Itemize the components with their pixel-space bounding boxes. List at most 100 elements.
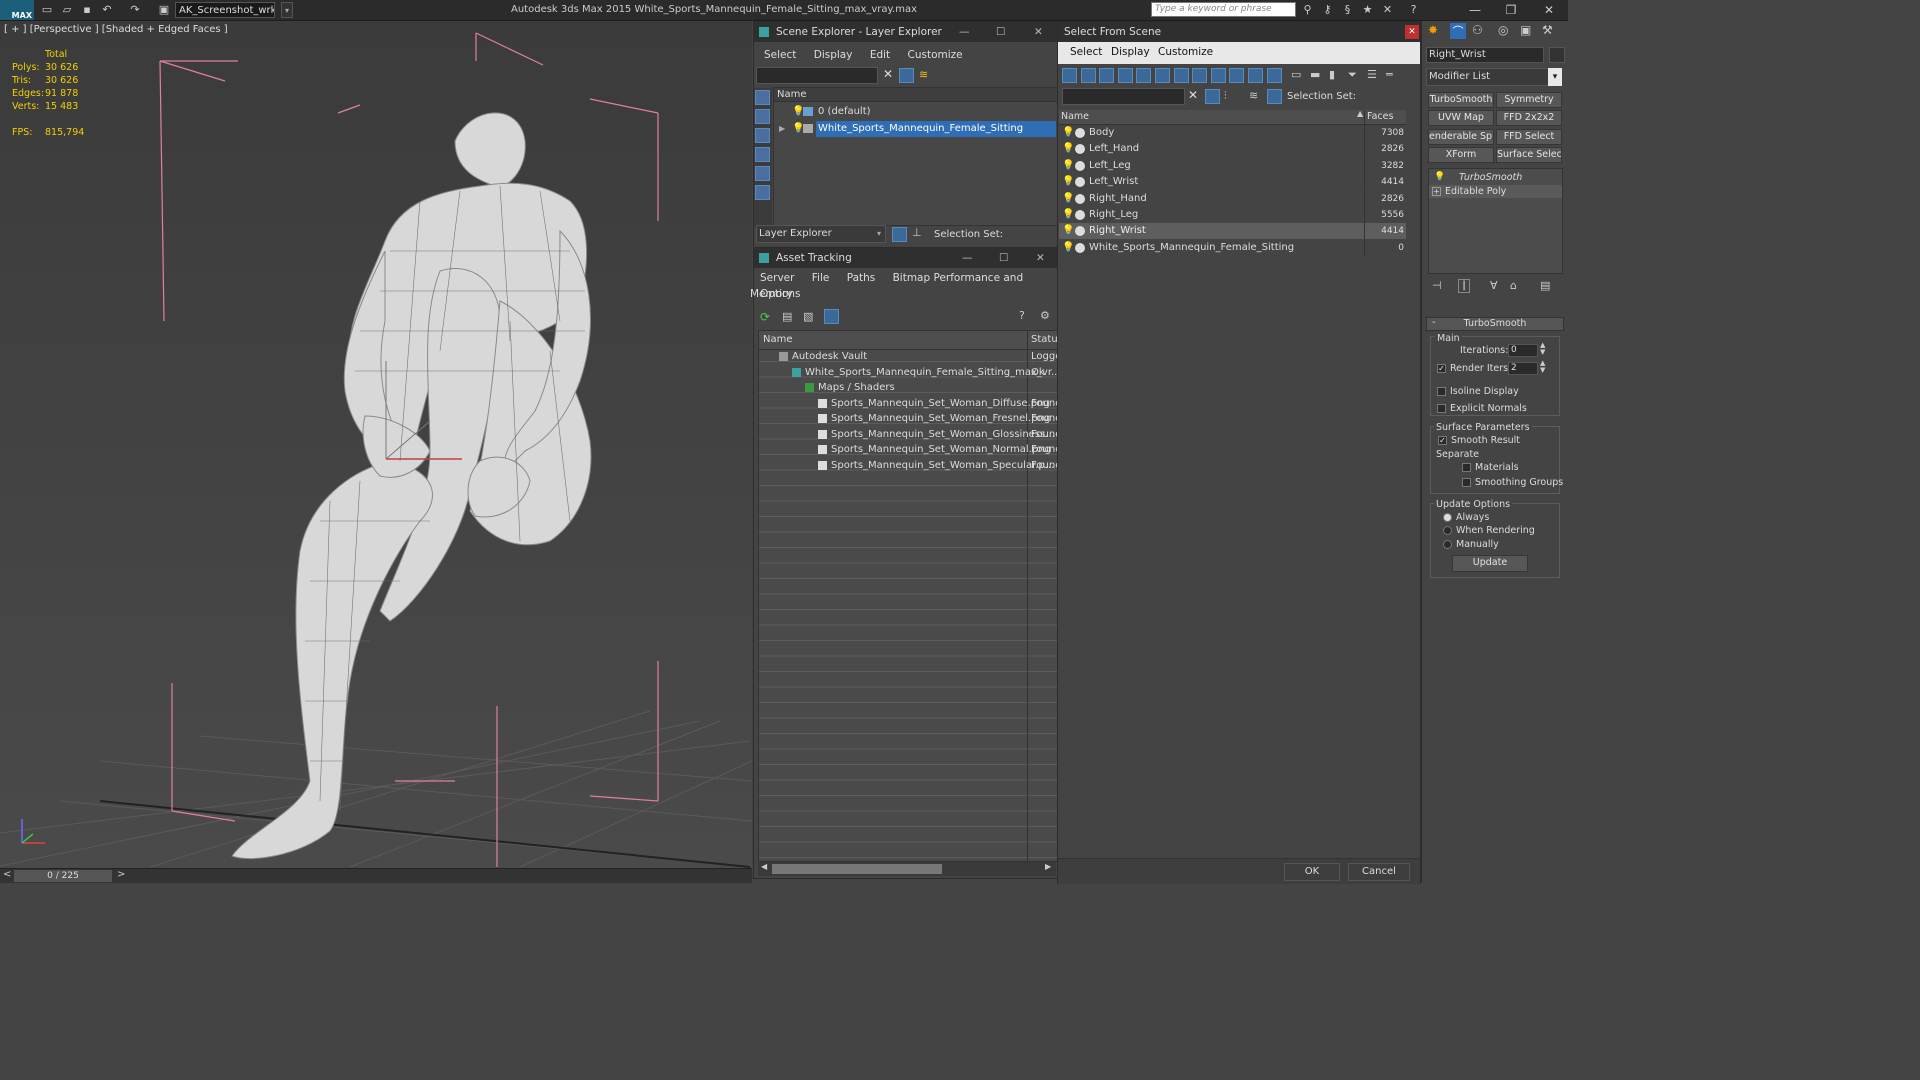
uvw-map-button[interactable]: UVW Map	[1428, 110, 1494, 126]
asset-row[interactable]: Autodesk Vault Logge	[759, 349, 1057, 364]
perspective-viewport[interactable]: [ + ] [Perspective ] [Shaded + Edged Fac…	[0, 21, 752, 868]
time-prev-button[interactable]: <	[3, 869, 11, 880]
collapse-all-icon[interactable]: ═	[1386, 68, 1399, 81]
asset-row[interactable]: Sports_Mannequin_Set_Woman_Diffuse.png Fo…	[759, 396, 1057, 411]
display-shapes-icon[interactable]	[1080, 68, 1096, 83]
object-row[interactable]: 💡 Right_Hand 2826	[1059, 190, 1406, 207]
clear-search-icon[interactable]: ✕	[1188, 88, 1198, 102]
light-bulb-icon[interactable]: 💡	[1062, 125, 1074, 141]
find-input[interactable]	[1062, 88, 1185, 105]
open-file-icon[interactable]: ▱	[60, 3, 74, 17]
show-end-result-icon[interactable]: |	[1458, 279, 1470, 293]
close-button[interactable]: ✕	[1532, 0, 1566, 20]
light-bulb-icon[interactable]: 💡	[1062, 191, 1074, 207]
light-bulb-icon[interactable]: 💡	[1062, 158, 1074, 174]
light-bulb-icon[interactable]: 💡	[1062, 174, 1074, 190]
expand-arrow-icon[interactable]: ▶	[779, 121, 785, 137]
refresh-icon[interactable]: ⟳	[760, 310, 770, 324]
scrollbar-thumb[interactable]	[772, 864, 942, 874]
cancel-button[interactable]: Cancel	[1348, 863, 1410, 881]
display-containers-icon[interactable]	[1229, 68, 1245, 83]
workspace-dropdown[interactable]: AK_Screenshot_wrksp	[175, 2, 275, 18]
filter-icon[interactable]: ⏷	[1348, 68, 1361, 81]
smooth-result-checkbox[interactable]: ✓	[1438, 436, 1447, 445]
menu-display[interactable]: Display	[814, 49, 853, 61]
minimize-button[interactable]: —	[1458, 0, 1492, 20]
display-tab-icon[interactable]: ▣	[1520, 23, 1531, 37]
menu-customize[interactable]: Customize	[1158, 46, 1213, 58]
layers-icon[interactable]: ≋	[1249, 89, 1258, 102]
column-header-name[interactable]: Name	[763, 332, 793, 348]
binoculars-icon[interactable]: ⚲	[1300, 3, 1315, 17]
layer-row[interactable]: 💡 0 (default)	[774, 104, 1057, 120]
app-logo[interactable]: MAX	[0, 0, 34, 20]
key-icon[interactable]: ⚷	[1320, 3, 1335, 17]
object-row[interactable]: 💡 White_Sports_Mannequin_Female_Sitting 0	[1059, 239, 1406, 256]
scroll-left-icon[interactable]: ◀	[761, 862, 767, 871]
stack-item-editable-poly[interactable]: + Editable Poly	[1429, 185, 1562, 198]
asset-row[interactable]: White_Sports_Mannequin_Female_Sitting_ma…	[759, 365, 1057, 380]
object-row[interactable]: 💡 Body 7308	[1059, 125, 1406, 141]
object-name-field[interactable]: Right_Wrist	[1426, 47, 1544, 63]
minimize-icon[interactable]: —	[959, 22, 970, 42]
time-slider[interactable]: 0 / 225	[14, 870, 112, 882]
save-file-icon[interactable]: ▪	[80, 3, 94, 17]
select-from-scene-titlebar[interactable]: Select From Scene ✕	[1058, 22, 1420, 42]
display-geometry-icon[interactable]	[755, 90, 770, 105]
menu-edit[interactable]: Edit	[870, 49, 890, 61]
menu-display[interactable]: Display	[1111, 46, 1150, 58]
object-row[interactable]: 💡 Left_Wrist 4414	[1059, 174, 1406, 191]
renderable-spline-button[interactable]: enderable Splin	[1428, 129, 1494, 145]
display-lights-icon[interactable]	[755, 128, 770, 143]
spinner-arrows-icon[interactable]: ▲ ▼	[1540, 360, 1545, 374]
menu-select[interactable]: Select	[1070, 46, 1102, 58]
layer-search-input[interactable]	[756, 67, 878, 84]
object-row[interactable]: 💡 Left_Hand 2826	[1059, 141, 1406, 158]
isoline-display-checkbox[interactable]	[1437, 387, 1446, 396]
hierarchy-icon[interactable]: ⊥	[912, 226, 922, 239]
column-header-name[interactable]: Name	[1061, 109, 1089, 125]
exchange-icon[interactable]: §	[1340, 3, 1355, 17]
undo-icon[interactable]: ↶	[100, 3, 114, 17]
close-icon[interactable]: ✕	[1405, 25, 1419, 39]
light-bulb-icon[interactable]: 💡	[1434, 171, 1445, 184]
viewport-label[interactable]: [ + ] [Perspective ] [Shaded + Edged Fac…	[4, 24, 228, 35]
xform-button[interactable]: XForm	[1428, 147, 1494, 163]
update-button[interactable]: Update	[1452, 555, 1528, 572]
display-spacewarps-icon[interactable]	[755, 185, 770, 200]
help-icon[interactable]: ?	[1406, 3, 1421, 17]
hierarchy-tab-icon[interactable]: ⚇	[1472, 23, 1483, 37]
column-header-status[interactable]: Status	[1031, 332, 1057, 348]
light-bulb-icon[interactable]: 💡	[1062, 240, 1074, 256]
turbosmooth-button[interactable]: TurboSmooth	[1428, 92, 1494, 108]
explorer-type-dropdown[interactable]: Layer Explorer ▾	[756, 225, 886, 243]
project-folder-icon[interactable]: ▣	[157, 3, 171, 17]
iterations-spinner[interactable]: 0	[1508, 344, 1538, 357]
close-icon[interactable]: ✕	[1036, 248, 1045, 268]
hierarchy-icon[interactable]	[1267, 89, 1282, 104]
list-view-icon[interactable]: ▤	[782, 310, 792, 323]
materials-checkbox[interactable]	[1462, 463, 1471, 472]
select-children-icon[interactable]: ⫶	[1224, 89, 1227, 103]
help-icon[interactable]: ?	[1019, 309, 1025, 322]
object-row[interactable]: 💡 Left_Leg 3282	[1059, 157, 1406, 174]
select-none-icon[interactable]: ▬	[1310, 68, 1323, 81]
display-hidden-icon[interactable]	[1266, 68, 1282, 83]
expand-icon[interactable]: +	[1432, 187, 1441, 196]
layer-explorer-titlebar[interactable]: Scene Explorer - Layer Explorer — ☐ ✕	[754, 22, 1057, 42]
menu-select[interactable]: Select	[764, 49, 796, 61]
light-bulb-icon[interactable]: 💡	[1062, 141, 1074, 157]
display-geometry-icon[interactable]	[1062, 68, 1077, 83]
new-scene-icon[interactable]: ▭	[40, 3, 54, 17]
display-cameras-icon[interactable]	[755, 147, 770, 162]
layers-icon[interactable]: ≋	[919, 68, 933, 82]
display-groups-icon[interactable]	[1173, 68, 1189, 83]
spinner-arrows-icon[interactable]: ▲ ▼	[1540, 342, 1545, 356]
light-bulb-icon[interactable]: 💡	[1062, 223, 1074, 239]
redo-icon[interactable]: ↷	[128, 3, 142, 17]
utilities-tab-icon[interactable]: ⚒	[1542, 23, 1553, 37]
column-header-faces[interactable]: Faces	[1367, 109, 1393, 125]
remove-modifier-icon[interactable]: ⌂	[1510, 279, 1517, 292]
motion-tab-icon[interactable]: ◎	[1498, 23, 1508, 37]
manually-radio[interactable]	[1443, 540, 1452, 549]
